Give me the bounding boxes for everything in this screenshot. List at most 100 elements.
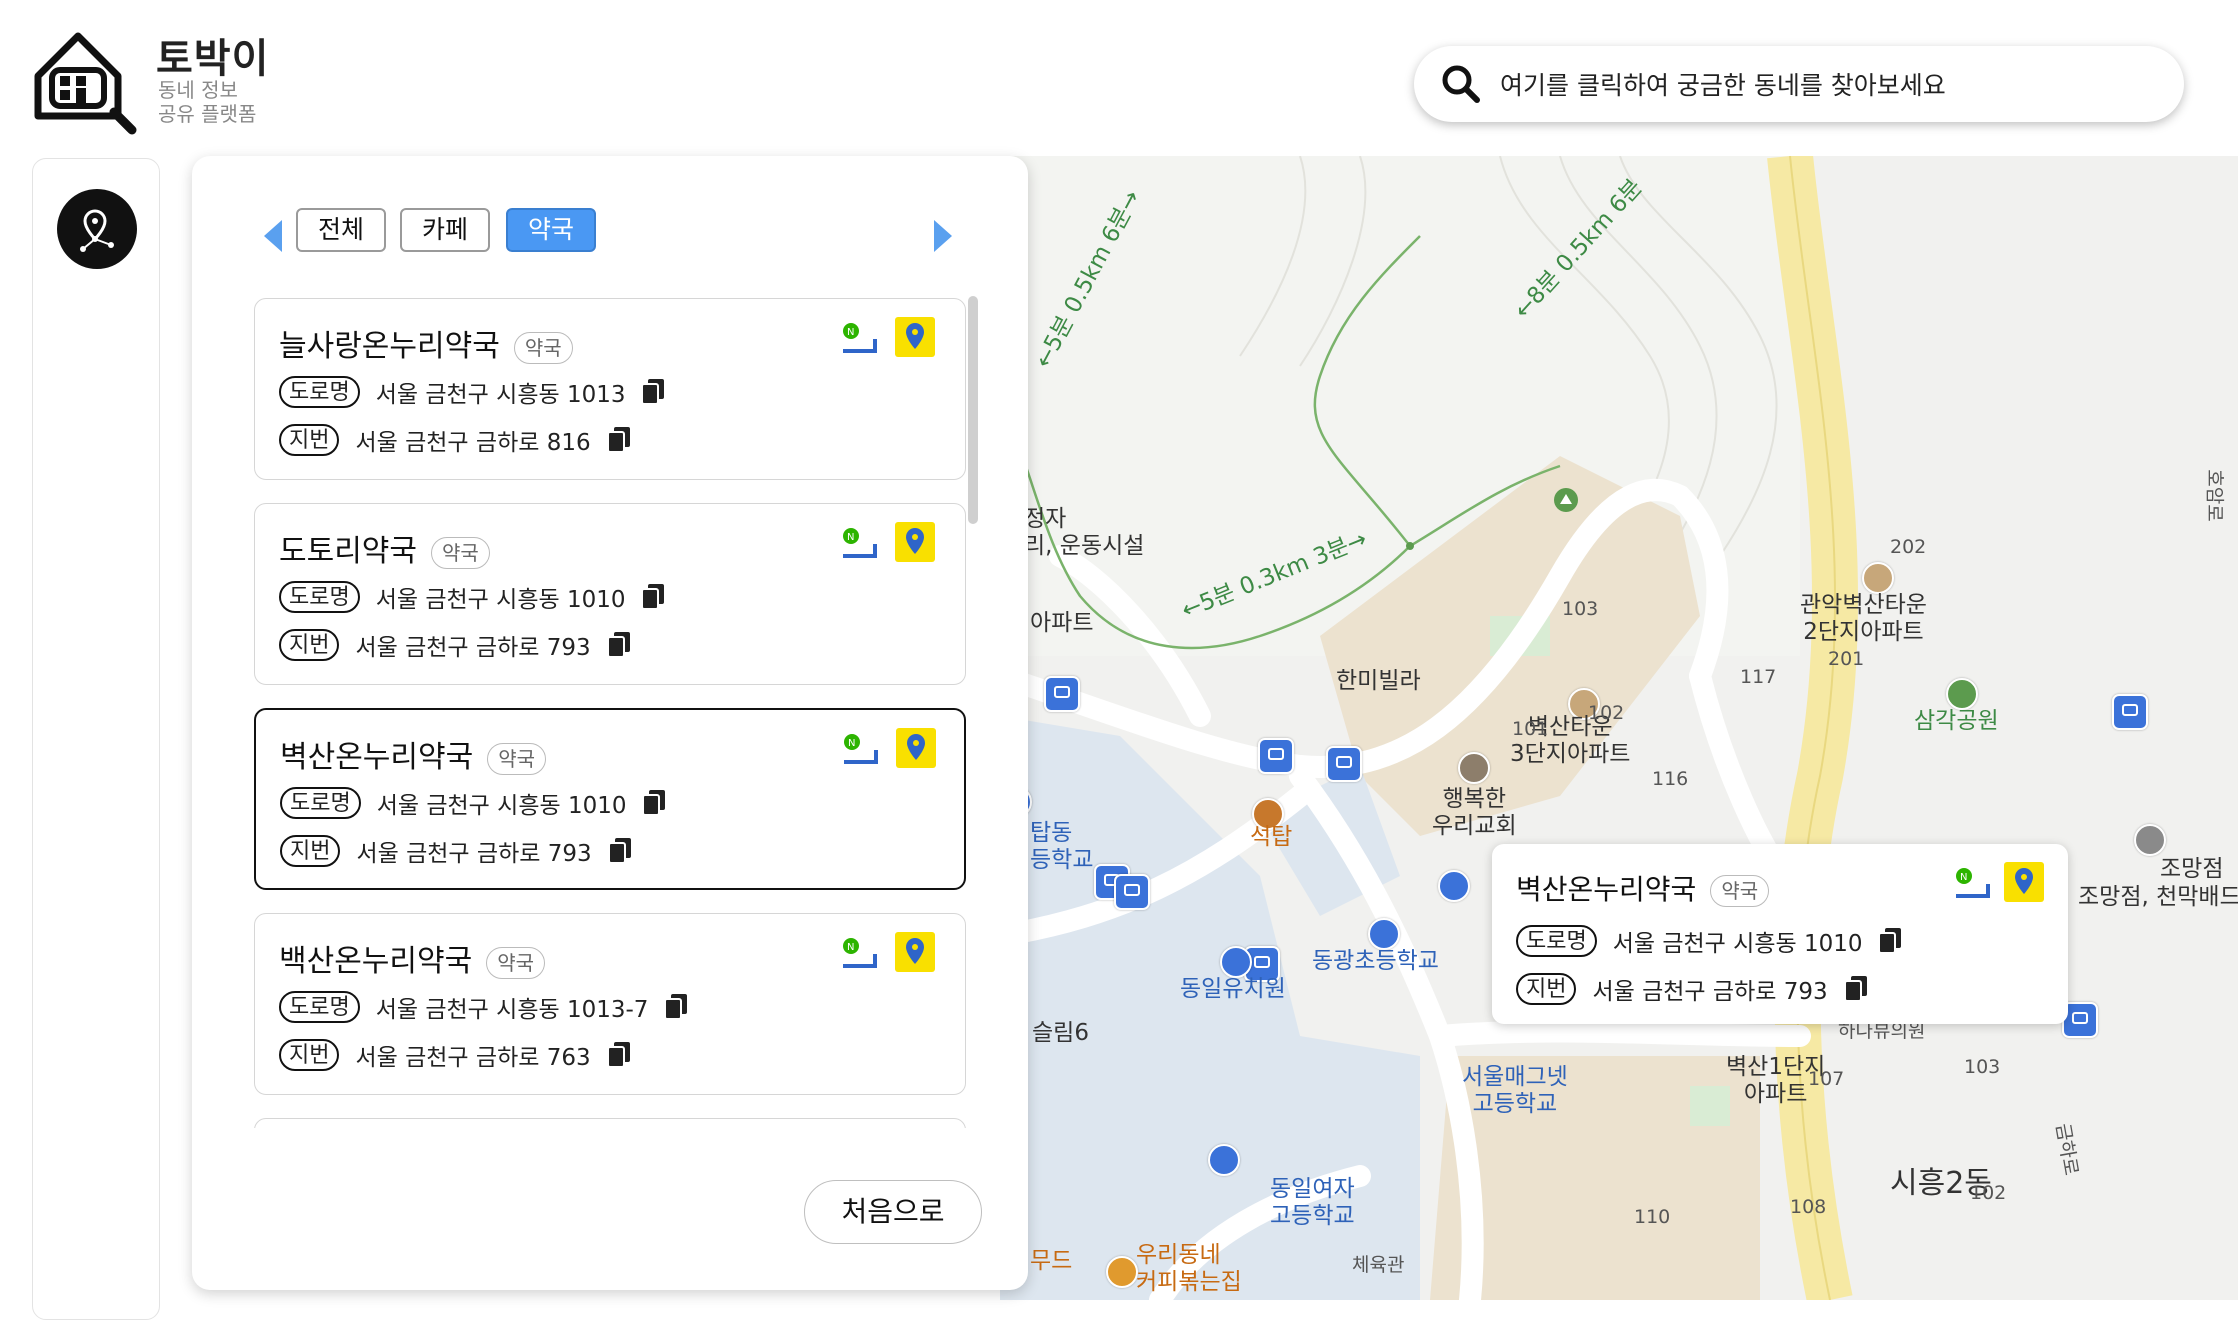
map-label-num: 101 [1512, 718, 1549, 740]
category-tag: 약국 [513, 331, 573, 364]
bus-stop-icon[interactable] [1326, 746, 1362, 782]
place-card[interactable]: 도토리약국 약국 N 도로명 서울 금천구 시흥동 1010 지번 서울 금천구 금하… [254, 503, 966, 685]
lot-address: 서울 금천구 금하로 816 [355, 430, 591, 456]
app-title: 토박이 [156, 36, 270, 82]
prev-arrow-icon[interactable] [264, 220, 282, 252]
copy-icon[interactable] [641, 378, 665, 406]
svg-text:N: N [847, 327, 854, 338]
copy-icon[interactable] [607, 837, 632, 865]
copy-icon[interactable] [1843, 975, 1868, 1003]
naver-map-icon[interactable]: N [839, 522, 879, 562]
map-label-church: 행복한 우리교회 [1432, 786, 1517, 839]
tab-cafe[interactable]: 카페 [400, 208, 491, 252]
school-icon[interactable] [1368, 918, 1400, 950]
list-scrollbar[interactable] [968, 296, 978, 524]
place-card[interactable]: 늘사랑온누리약국 약국 N 도로명 서울 금천구 시흥동 1013 지번 서울 금천구… [254, 298, 966, 480]
shop-icon[interactable] [2134, 824, 2166, 856]
map-label-jomang2: 조망점 [2160, 856, 2224, 882]
copy-icon[interactable] [606, 631, 631, 659]
map-info-popup: 벽산온누리약국 약국 N 도로명 서울 금천구 시흥동 1010 지번 서울 금천구 … [1492, 844, 2068, 1024]
category-tag: 약국 [431, 536, 490, 569]
copy-icon[interactable] [641, 583, 665, 611]
church-icon[interactable] [1458, 752, 1490, 784]
kakao-map-icon[interactable] [895, 317, 935, 357]
map-label-num: 108 [1790, 1196, 1827, 1218]
naver-map-icon[interactable]: N [839, 317, 879, 357]
bus-stop-icon[interactable] [2112, 694, 2148, 730]
kakao-map-icon[interactable] [2004, 862, 2044, 902]
tab-all[interactable]: 전체 [296, 208, 387, 252]
bus-stop-icon[interactable] [1044, 676, 1080, 712]
school-icon[interactable] [1208, 1144, 1240, 1176]
map-label-num: 107 [1808, 1068, 1845, 1090]
copy-icon[interactable] [1878, 927, 1902, 955]
bus-stop-icon[interactable] [1258, 738, 1294, 774]
copy-icon[interactable] [606, 426, 631, 454]
building-icon[interactable] [1862, 562, 1894, 594]
lot-label: 지번 [1516, 973, 1577, 1005]
place-card-selected[interactable]: 벽산온누리약국 약국 N 도로명 서울 금천구 시흥동 1010 지번 서울 금천구 … [254, 708, 966, 890]
map-label-seoktap: 석탑 [1250, 824, 1293, 850]
school-icon[interactable] [1438, 870, 1470, 902]
kakao-map-icon[interactable] [895, 932, 935, 972]
road-label: 도로명 [280, 787, 361, 819]
kakao-map-icon[interactable] [895, 522, 935, 562]
naver-map-icon[interactable]: N [1952, 862, 1992, 902]
app-subtitle-line1: 동네 정보 [158, 78, 238, 102]
copy-icon[interactable] [642, 789, 666, 817]
copy-icon[interactable] [606, 1041, 631, 1069]
place-list[interactable]: 늘사랑온누리약국 약국 N 도로명 서울 금천구 시흥동 1013 지번 서울 금천구… [254, 298, 968, 1128]
map-label-apt2: 관악벽산타운 2단지아파트 [1800, 592, 1927, 645]
kakao-map-icon[interactable] [896, 728, 936, 768]
map-pin-network-icon[interactable] [57, 189, 137, 269]
road-address: 서울 금천구 시흥동 1013-7 [375, 997, 649, 1023]
svg-text:N: N [848, 738, 855, 749]
map-label-left: 탑동 등학교 [1030, 820, 1094, 873]
road-address: 서울 금천구 시흥동 1010 [376, 793, 627, 819]
map-label-jomang: 조망점, 천막배드 [2078, 884, 2238, 910]
road-address: 서울 금천구 시흥동 1013 [375, 382, 626, 408]
map-label-num: 102 [1588, 702, 1625, 724]
map-label-num: 102 [1970, 1182, 2007, 1204]
popup-lot-address: 서울 금천구 금하로 793 [1592, 979, 1828, 1005]
lot-address: 서울 금천구 금하로 793 [356, 841, 592, 867]
road-address: 서울 금천구 시흥동 1010 [375, 587, 626, 613]
tab-pharmacy[interactable]: 약국 [506, 208, 597, 252]
map-label-homamro: 호암로 [2203, 469, 2226, 522]
map-label-num: 116 [1652, 768, 1689, 790]
place-name: 도토리약국 [279, 534, 417, 569]
app-subtitle-line2: 공유 플랫폼 [158, 102, 257, 126]
svg-text:N: N [1960, 872, 1967, 883]
house-search-logo[interactable] [30, 26, 142, 138]
map-view[interactable]: ←5분 0.3km 3분→ ←8분 0.5km 6분 ←5분 0.5km 6분→… [1000, 156, 2238, 1300]
search-placeholder: 여기를 클릭하여 궁금한 동네를 찾아보세요 [1500, 71, 1946, 100]
park-icon[interactable] [1946, 678, 1978, 710]
svg-text:N: N [847, 532, 854, 543]
popup-place-name: 벽산온누리약국 [1516, 873, 1697, 906]
map-label-donggwang: 동광초등학교 [1312, 948, 1439, 974]
map-label-num: 202 [1890, 536, 1927, 558]
back-to-first-button[interactable]: 처음으로 [804, 1180, 982, 1244]
place-card-partial[interactable] [254, 1118, 966, 1128]
next-arrow-icon[interactable] [934, 220, 952, 252]
lot-label: 지번 [279, 424, 340, 456]
app-subtitle: 동네 정보 공유 플랫폼 [158, 78, 256, 126]
map-label-dongil-girls: 동일여자 고등학교 [1270, 1176, 1355, 1229]
map-label-magnet: 서울매그넷 고등학교 [1462, 1064, 1568, 1117]
search-bar[interactable]: 여기를 클릭하여 궁금한 동네를 찾아보세요 [1414, 46, 2184, 122]
category-tag: 약국 [486, 946, 546, 979]
kindergarten-icon[interactable] [1220, 946, 1252, 978]
cafe-icon[interactable] [1106, 1256, 1138, 1288]
map-label-num: 201 [1828, 648, 1865, 670]
svg-text:N: N [847, 942, 854, 953]
map-label-left: 정자 리, 운동시설 [1024, 506, 1145, 559]
naver-map-icon[interactable]: N [839, 932, 879, 972]
road-label: 도로명 [279, 991, 360, 1023]
bus-stop-icon[interactable] [1114, 874, 1150, 910]
map-label-left: 아파트 [1030, 610, 1094, 636]
map-label-num: 117 [1740, 666, 1777, 688]
copy-icon[interactable] [664, 993, 688, 1021]
road-label: 도로명 [279, 376, 360, 408]
place-card[interactable]: 백산온누리약국 약국 N 도로명 서울 금천구 시흥동 1013-7 지번 서울 금천… [254, 913, 966, 1095]
naver-map-icon[interactable]: N [840, 728, 880, 768]
